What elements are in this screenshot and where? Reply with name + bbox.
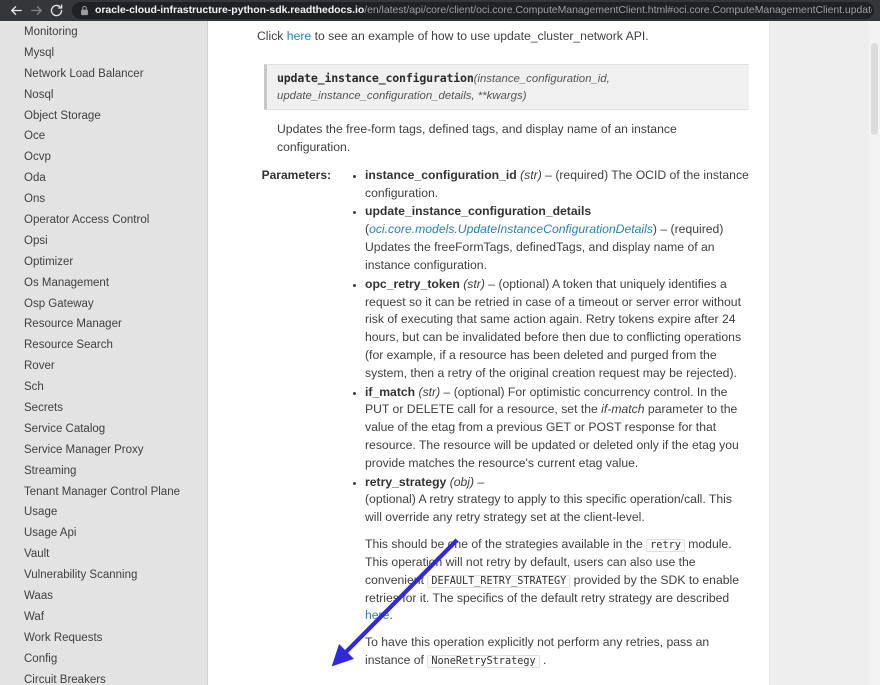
param-type-link[interactable]: oci.core.models.UpdateInstanceConfigurat…	[369, 222, 653, 236]
sidebar-item-streaming[interactable]: Streaming	[0, 461, 207, 482]
forward-button[interactable]	[26, 1, 46, 21]
sidebar-item-resource-manager[interactable]: Resource Manager	[0, 314, 207, 335]
param-name: if_match	[365, 384, 416, 399]
parameters-label: Parameters:	[261, 167, 331, 182]
param-instance-configuration-id: instance_configuration_id (str) – (requi…	[365, 167, 749, 203]
sidebar-item-sch[interactable]: Sch	[0, 377, 207, 398]
param-name: retry_strategy	[365, 474, 447, 489]
param-desc: (optional) A token that uniquely identif…	[365, 276, 742, 380]
none-retry-strategy-code: NoneRetryStrategy	[427, 655, 540, 669]
sidebar-item-nosql[interactable]: Nosql	[0, 85, 207, 106]
param-name: update_instance_configuration_details	[365, 204, 592, 219]
sidebar-item-secrets[interactable]: Secrets	[0, 398, 207, 419]
reload-icon	[49, 3, 64, 18]
arrow-left-icon	[9, 3, 24, 18]
retry-paragraph-3: To have this operation explicitly not pe…	[365, 634, 749, 670]
main-content: Click here to see an example of how to u…	[209, 21, 769, 685]
param-dash: –	[440, 384, 454, 399]
sidebar-item-monitoring[interactable]: Monitoring	[0, 22, 207, 43]
sidebar-item-ons[interactable]: Ons	[0, 189, 207, 210]
param-update-instance-configuration-details: update_instance_configuration_details(oc…	[365, 203, 749, 274]
retry-p3-b: .	[539, 653, 547, 668]
page-scrollbar-thumb[interactable]	[871, 43, 878, 135]
param-dash: –	[656, 222, 671, 237]
reload-button[interactable]	[46, 1, 66, 21]
method-description: Updates the free-form tags, defined tags…	[277, 122, 677, 154]
sidebar-item-network-load-balancer[interactable]: Network Load Balancer	[0, 64, 207, 85]
param-opc-retry-token: opc_retry_token (str) – (optional) A tok…	[365, 276, 749, 383]
retry-paragraph-2: This should be one of the strategies ava…	[365, 536, 749, 625]
method-name: update_instance_configuration	[277, 70, 474, 85]
url-text: oracle-cloud-infrastructure-python-sdk.r…	[95, 2, 872, 19]
sidebar-item-resource-search[interactable]: Resource Search	[0, 335, 207, 356]
sidebar-item-service-manager-proxy[interactable]: Service Manager Proxy	[0, 440, 207, 461]
default-retry-strategy-code: DEFAULT_RETRY_STRATEGY	[427, 574, 571, 588]
arrow-right-icon	[29, 3, 44, 18]
retry-module-code: retry	[646, 539, 685, 553]
page-scrollbar-track[interactable]	[869, 21, 880, 685]
sidebar-item-service-catalog[interactable]: Service Catalog	[0, 419, 207, 440]
retry-p2-d: .	[389, 608, 393, 623]
parameters-body: instance_configuration_id (str) – (requi…	[339, 167, 749, 671]
param-name: opc_retry_token	[365, 276, 460, 291]
sidebar-item-rover[interactable]: Rover	[0, 356, 207, 377]
param-dash: –	[474, 474, 485, 489]
parameter-list: instance_configuration_id (str) – (requi…	[351, 167, 749, 670]
method-signature: update_instance_configuration(instance_c…	[264, 63, 749, 111]
url-path: /en/latest/api/core/client/oci.core.Comp…	[364, 4, 872, 16]
sidebar-item-usage-api[interactable]: Usage Api	[0, 523, 207, 544]
page-viewport: Monitoring Mysql Network Load Balancer N…	[0, 21, 880, 685]
sidebar-item-waas[interactable]: Waas	[0, 586, 207, 607]
retry-p2-a: This should be one of the strategies ava…	[365, 537, 647, 552]
sidebar-item-osp-gateway[interactable]: Osp Gateway	[0, 294, 207, 315]
retry-docs-here-link[interactable]: here	[365, 608, 389, 622]
sidebar-item-waf[interactable]: Waf	[0, 607, 207, 628]
sidebar-item-optimizer[interactable]: Optimizer	[0, 252, 207, 273]
url-host: oracle-cloud-infrastructure-python-sdk.r…	[95, 4, 365, 16]
param-type: (str)	[418, 384, 441, 399]
lock-icon	[80, 5, 89, 16]
param-type: (obj)	[449, 474, 475, 489]
top-note-suffix: to see an example of how to use update_c…	[311, 29, 649, 43]
param-retry-strategy: retry_strategy (obj) – (optional) A retr…	[365, 474, 749, 670]
sidebar-item-circuit-breakers[interactable]: Circuit Breakers	[0, 670, 207, 685]
param-dash: –	[484, 276, 499, 291]
retry-paragraph-1: (optional) A retry strategy to apply to …	[365, 492, 732, 525]
sidebar-item-config[interactable]: Config	[0, 649, 207, 670]
sidebar-item-oce[interactable]: Oce	[0, 126, 207, 147]
sidebar-item-tenant-manager-control-plane[interactable]: Tenant Manager Control Plane	[0, 482, 207, 503]
sidebar-item-opsi[interactable]: Opsi	[0, 231, 207, 252]
param-if-match: if_match (str) – (optional) For optimist…	[365, 384, 749, 473]
param-type: (str)	[520, 167, 542, 182]
sidebar-item-mysql[interactable]: Mysql	[0, 43, 207, 64]
top-note-here-link[interactable]: here	[287, 29, 311, 43]
sidebar-item-oda[interactable]: Oda	[0, 168, 207, 189]
sidebar-item-vault[interactable]: Vault	[0, 544, 207, 565]
sidebar-item-vulnerability-scanning[interactable]: Vulnerability Scanning	[0, 565, 207, 586]
param-type: (str)	[463, 276, 485, 291]
signature-close-paren: )	[522, 90, 527, 102]
sidebar-item-work-requests[interactable]: Work Requests	[0, 628, 207, 649]
address-bar[interactable]: oracle-cloud-infrastructure-python-sdk.r…	[72, 2, 874, 19]
browser-toolbar: oracle-cloud-infrastructure-python-sdk.r…	[0, 0, 880, 21]
back-button[interactable]	[6, 1, 26, 21]
sidebar-nav[interactable]: Monitoring Mysql Network Load Balancer N…	[0, 21, 208, 685]
param-desc-emphasis: if-match	[601, 402, 645, 417]
param-dash: –	[541, 167, 556, 182]
param-name: instance_configuration_id	[365, 167, 517, 182]
sidebar-item-os-management[interactable]: Os Management	[0, 273, 207, 294]
top-example-note: Click here to see an example of how to u…	[257, 28, 749, 46]
sidebar-item-ocvp[interactable]: Ocvp	[0, 147, 207, 168]
parameters-field-row: Parameters: instance_configuration_id (s…	[257, 167, 749, 671]
top-note-prefix: Click	[257, 29, 287, 43]
sidebar-item-object-storage[interactable]: Object Storage	[0, 106, 207, 127]
sidebar-item-usage[interactable]: Usage	[0, 502, 207, 523]
right-toc-panel	[769, 21, 880, 685]
sidebar-item-operator-access-control[interactable]: Operator Access Control	[0, 210, 207, 231]
